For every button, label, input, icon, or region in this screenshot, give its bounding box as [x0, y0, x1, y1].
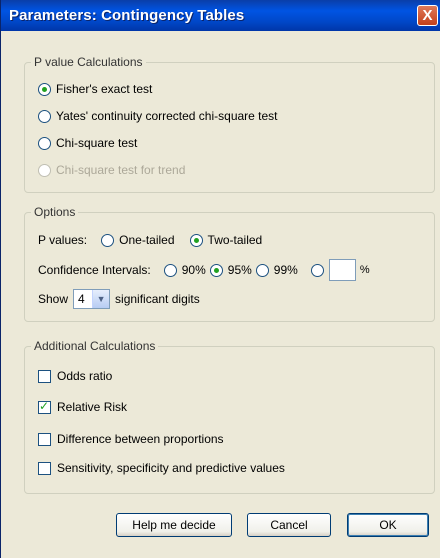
radio-yates[interactable]: Yates' continuity corrected chi-square t…	[38, 109, 278, 123]
radio-chisquare-label: Chi-square test	[56, 136, 138, 150]
window-title: Parameters: Contingency Tables	[9, 7, 245, 24]
dialog-window: Parameters: Contingency Tables X P value…	[0, 0, 440, 558]
digits-select[interactable]: 4 ▼	[73, 289, 111, 309]
radio-chisquare-button[interactable]	[38, 136, 51, 150]
radio-ci-90-label[interactable]: 90%	[182, 263, 206, 277]
radio-two-tailed-button[interactable]	[189, 233, 203, 247]
radio-one-tailed-label[interactable]: One-tailed	[119, 233, 174, 247]
options-group-legend: Options	[31, 205, 79, 219]
radio-two-tailed-label[interactable]: Two-tailed	[208, 233, 263, 247]
show-label: Show	[38, 292, 69, 306]
help-me-decide-button[interactable]: Help me decide	[116, 513, 232, 537]
digits-select-value: 4	[78, 292, 85, 306]
radio-yates-label: Yates' continuity corrected chi-square t…	[56, 109, 278, 123]
radio-fishers-label: Fisher's exact test	[56, 82, 153, 96]
pvalues-row: P values: One-tailed Two-tailed	[38, 233, 262, 247]
check-sensitivity-label: Sensitivity, specificity and predictive …	[57, 461, 285, 475]
ok-button[interactable]: OK	[347, 513, 429, 537]
cancel-button[interactable]: Cancel	[247, 513, 331, 537]
radio-yates-button[interactable]	[38, 109, 51, 123]
radio-ci-99-button[interactable]	[255, 263, 269, 277]
check-relative-risk-label: Relative Risk	[57, 400, 128, 414]
radio-chisquare-trend-button	[38, 163, 51, 177]
check-odds-ratio-box[interactable]	[38, 369, 51, 383]
additional-group-legend: Additional Calculations	[31, 339, 159, 353]
close-button[interactable]: X	[417, 5, 438, 26]
radio-ci-95-button[interactable]	[209, 263, 223, 277]
ci-custom-input[interactable]	[328, 259, 356, 281]
check-sensitivity[interactable]: Sensitivity, specificity and predictive …	[38, 461, 285, 475]
title-bar[interactable]: Parameters: Contingency Tables X	[1, 0, 440, 31]
check-difference[interactable]: Difference between proportions	[38, 432, 224, 446]
radio-fishers-button[interactable]	[38, 82, 51, 96]
radio-fishers[interactable]: Fisher's exact test	[38, 82, 152, 96]
radio-ci-custom-button[interactable]	[310, 263, 324, 277]
radio-ci-99-label[interactable]: 99%	[274, 263, 298, 277]
check-relative-risk[interactable]: Relative Risk	[38, 399, 128, 414]
digits-suffix-label: significant digits	[115, 292, 200, 306]
radio-one-tailed-button[interactable]	[101, 233, 115, 247]
pvalue-group-legend: P value Calculations	[31, 55, 146, 69]
close-icon: X	[422, 7, 433, 24]
pvalues-label: P values:	[38, 233, 88, 247]
check-odds-ratio-label: Odds ratio	[57, 369, 113, 383]
ci-row: Confidence Intervals: 90% 95% 99% %	[38, 258, 370, 282]
radio-chisquare-trend-label: Chi-square test for trend	[56, 163, 186, 177]
radio-chisquare-trend: Chi-square test for trend	[38, 163, 185, 177]
radio-ci-95-label[interactable]: 95%	[228, 263, 252, 277]
digits-row: Show 4 ▼ significant digits	[38, 289, 200, 309]
check-sensitivity-box[interactable]	[38, 461, 51, 475]
check-difference-label: Difference between proportions	[57, 432, 224, 446]
radio-chisquare[interactable]: Chi-square test	[38, 136, 137, 150]
check-difference-box[interactable]	[38, 432, 51, 446]
check-odds-ratio[interactable]: Odds ratio	[38, 369, 112, 383]
radio-ci-90-button[interactable]	[163, 263, 177, 277]
ci-label: Confidence Intervals:	[38, 263, 151, 277]
check-relative-risk-box[interactable]	[38, 399, 51, 414]
ci-percent-label: %	[359, 264, 370, 276]
chevron-down-icon[interactable]: ▼	[92, 290, 110, 308]
